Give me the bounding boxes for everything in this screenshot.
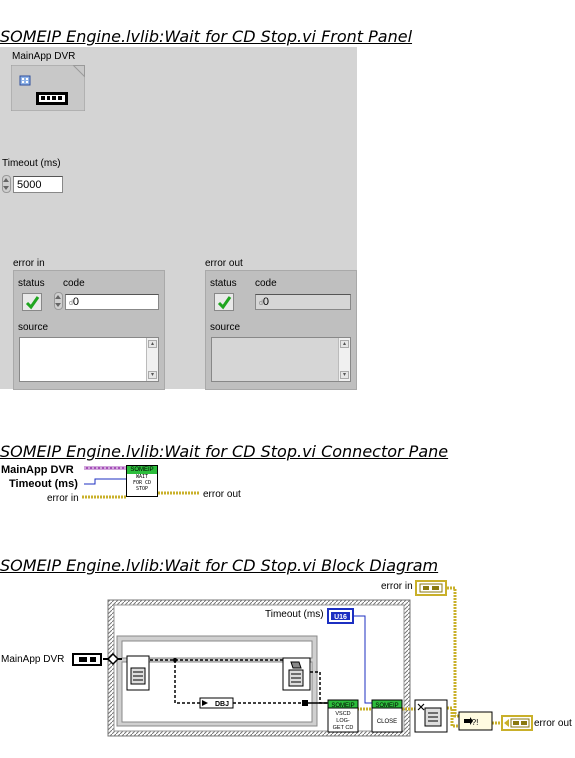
scroll-up-arrow-icon[interactable]: ▴ bbox=[340, 340, 349, 348]
scroll-up-arrow-icon[interactable]: ▴ bbox=[148, 340, 157, 348]
error-in-code-value: 0 bbox=[72, 296, 80, 308]
block-diagram-canvas: DBJ SOMEIP VSCD LOG- GET CD SOMEIP CLOSE… bbox=[72, 580, 533, 737]
bd-timeout-label: Timeout (ms) bbox=[265, 609, 324, 620]
timeout-increment-decrement[interactable] bbox=[2, 175, 11, 193]
timeout-input[interactable]: 5000 bbox=[13, 176, 63, 193]
error-out-status-checkmark-icon bbox=[214, 293, 234, 311]
bd-error-out-label: error out bbox=[534, 718, 572, 729]
icon-text-line-3: STOP bbox=[135, 486, 149, 492]
error-in-source-label: source bbox=[18, 322, 49, 333]
block-diagram-title: SOMEIP Engine.lvlib:Wait for CD Stop.vi … bbox=[0, 556, 439, 575]
merge-errors-node: ?! bbox=[472, 718, 479, 727]
error-out-code-value: 0 bbox=[262, 296, 270, 308]
error-in-cluster: status code d0 source ▴ ▾ bbox=[13, 270, 165, 390]
front-panel-title: SOMEIP Engine.lvlib:Wait for CD Stop.vi … bbox=[0, 27, 413, 46]
error-out-code-indicator: d0 bbox=[255, 294, 351, 310]
bd-mainapp-dvr-label: MainApp DVR bbox=[1, 654, 65, 665]
error-out-cluster: status code d0 source ▴ ▾ bbox=[205, 270, 357, 390]
wait-for-cd-stop-icon: SOMEIP WAIT FOR CD STOP bbox=[126, 465, 158, 497]
subvi-text-line: CLOSE bbox=[377, 719, 397, 725]
error-in-status-label: status bbox=[18, 278, 45, 289]
error-out-source-label: source bbox=[210, 322, 241, 333]
wait-for-cd-stop-banner: SOMEIP bbox=[127, 466, 157, 474]
error-in-code-increment-decrement[interactable] bbox=[54, 292, 63, 310]
error-out-source-scrollbar[interactable]: ▴ ▾ bbox=[338, 338, 350, 381]
mainapp-dvr-label: MainApp DVR bbox=[12, 51, 76, 62]
error-in-source-scrollbar[interactable]: ▴ ▾ bbox=[146, 338, 158, 381]
error-in-label: error in bbox=[13, 258, 45, 269]
error-out-label: error out bbox=[205, 258, 243, 269]
subvi-close-banner: SOMEIP bbox=[375, 703, 398, 709]
subvi-text-line: VSCD bbox=[335, 711, 350, 717]
scroll-down-arrow-icon[interactable]: ▾ bbox=[148, 371, 157, 379]
subvi-text-line: GET CD bbox=[333, 725, 354, 731]
front-panel: MainApp DVR Timeout (ms) 5000 error in s… bbox=[0, 47, 357, 390]
timeout-terminal-type: U16 bbox=[334, 614, 347, 621]
error-out-status-label: status bbox=[210, 278, 237, 289]
bd-error-in-label: error in bbox=[381, 581, 413, 592]
error-in-code-input[interactable]: d0 bbox=[65, 294, 159, 310]
subvi-text-line: LOG- bbox=[336, 718, 350, 724]
subvi-vscd-log-get-cd-banner: SOMEIP bbox=[331, 703, 354, 709]
error-in-source-input[interactable]: ▴ ▾ bbox=[19, 337, 159, 382]
error-out-code-label: code bbox=[255, 278, 277, 289]
mainapp-dvr-control[interactable] bbox=[11, 65, 85, 111]
error-in-status-checkmark-icon[interactable] bbox=[22, 293, 42, 311]
error-in-code-label: code bbox=[63, 278, 85, 289]
error-out-source-indicator: ▴ ▾ bbox=[211, 337, 351, 382]
dbj-constant: DBJ bbox=[215, 701, 229, 708]
scroll-down-arrow-icon[interactable]: ▾ bbox=[340, 371, 349, 379]
timeout-label: Timeout (ms) bbox=[2, 158, 61, 169]
connector-pane-title: SOMEIP Engine.lvlib:Wait for CD Stop.vi … bbox=[0, 442, 449, 461]
